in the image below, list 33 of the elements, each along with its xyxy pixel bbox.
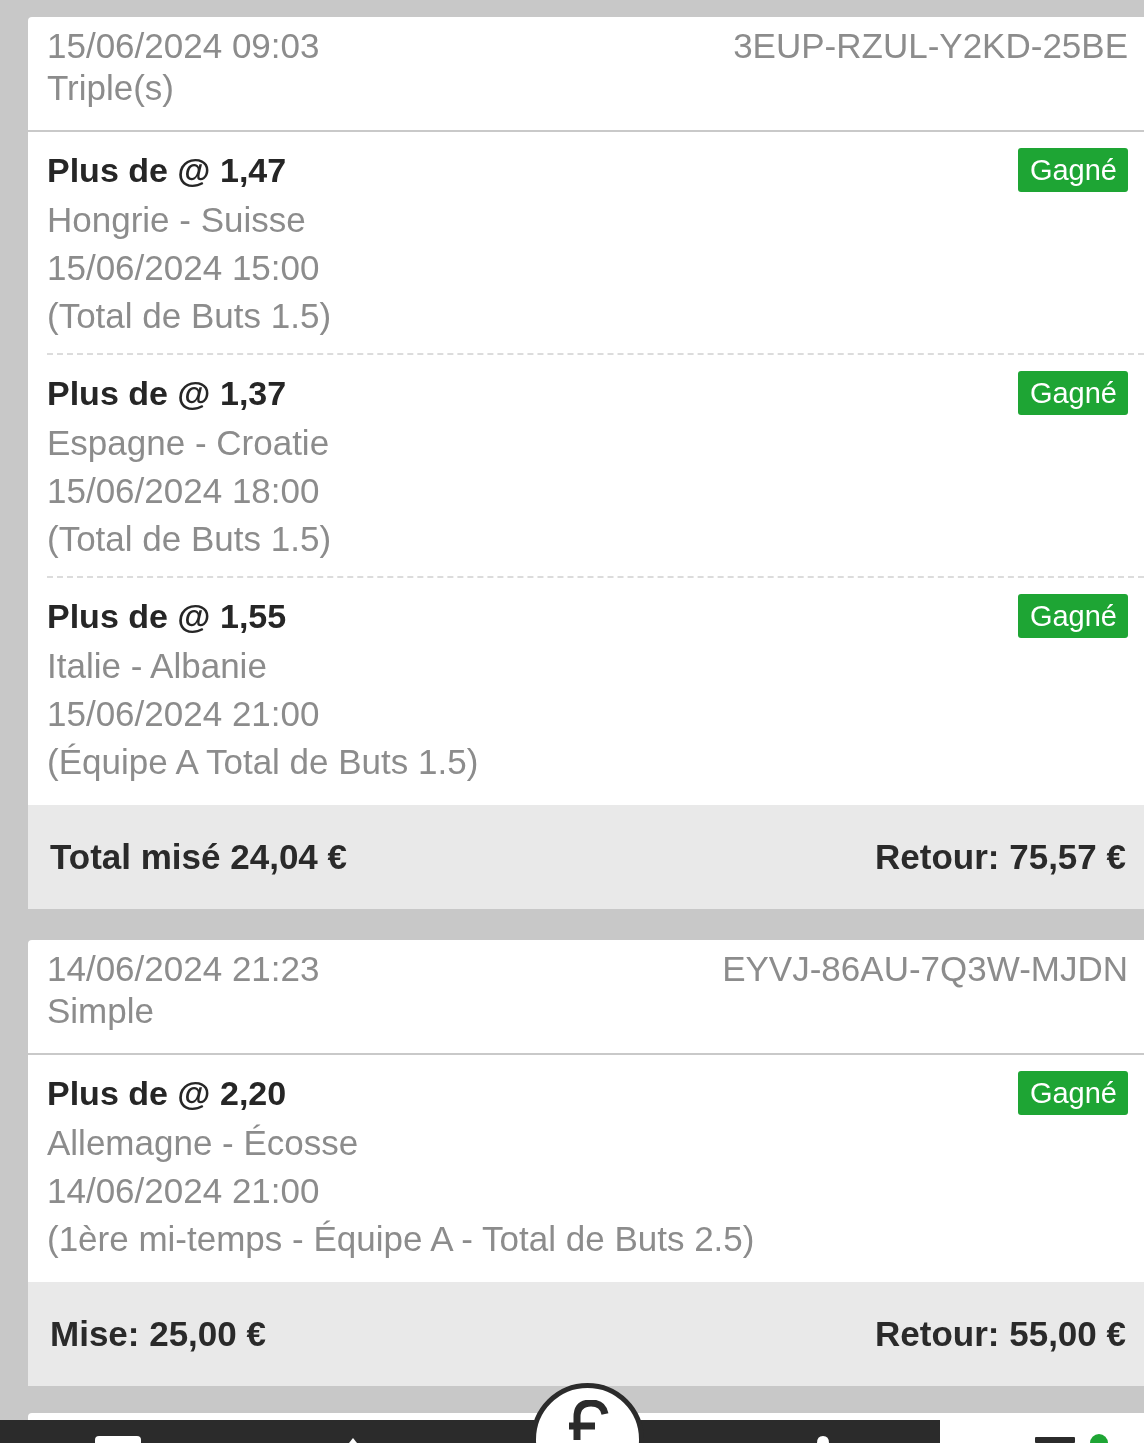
return-amount: Retour: 75,57 € bbox=[875, 837, 1126, 877]
stake-amount: Total misé 24,04 € bbox=[50, 837, 347, 877]
stake-amount: Mise: 25,00 € bbox=[50, 1314, 266, 1354]
nav-box-icon[interactable] bbox=[94, 1436, 141, 1443]
status-badge: Gagné bbox=[1017, 371, 1128, 415]
market-name: (Équipe A Total de Buts 1.5) bbox=[47, 741, 479, 783]
selection-title: Plus de @ 2,20 bbox=[47, 1073, 287, 1113]
match-date: 15/06/2024 15:00 bbox=[47, 247, 320, 289]
match-date: 14/06/2024 21:00 bbox=[47, 1170, 320, 1212]
bet-date: 14/06/2024 21:23 bbox=[47, 948, 320, 990]
status-badge: Gagné bbox=[1017, 148, 1128, 192]
selection-title: Plus de @ 1,37 bbox=[47, 373, 287, 413]
status-badge: Gagné bbox=[1017, 1071, 1128, 1115]
market-name: (Total de Buts 1.5) bbox=[47, 295, 332, 337]
selection-title: Plus de @ 1,47 bbox=[47, 150, 287, 190]
match-date: 15/06/2024 18:00 bbox=[47, 470, 320, 512]
market-name: (Total de Buts 1.5) bbox=[47, 518, 332, 560]
bet-type: Triple(s) bbox=[47, 67, 175, 109]
match-name: Italie - Albanie bbox=[47, 645, 267, 687]
market-name: (1ère mi-temps - Équipe A - Total de Buts 2.5) bbox=[47, 1218, 755, 1260]
bet-reference: EYVJ-86AU-7Q3W-MJDN bbox=[722, 948, 1128, 990]
bet-reference: 3EUP-RZUL-Y2KD-25BE bbox=[733, 25, 1128, 67]
nav-tip-icon[interactable] bbox=[348, 1438, 357, 1443]
nav-tip-icon[interactable] bbox=[816, 1436, 829, 1443]
return-amount: Retour: 55,00 € bbox=[875, 1314, 1126, 1354]
bet-type: Simple bbox=[47, 990, 154, 1032]
match-date: 15/06/2024 21:00 bbox=[47, 693, 320, 735]
match-name: Allemagne - Écosse bbox=[47, 1122, 359, 1164]
match-name: Hongrie - Suisse bbox=[47, 199, 306, 241]
selection-title: Plus de @ 1,55 bbox=[47, 596, 287, 636]
status-badge: Gagné bbox=[1017, 594, 1128, 638]
bet-date: 15/06/2024 09:03 bbox=[47, 25, 320, 67]
match-name: Espagne - Croatie bbox=[47, 422, 330, 464]
